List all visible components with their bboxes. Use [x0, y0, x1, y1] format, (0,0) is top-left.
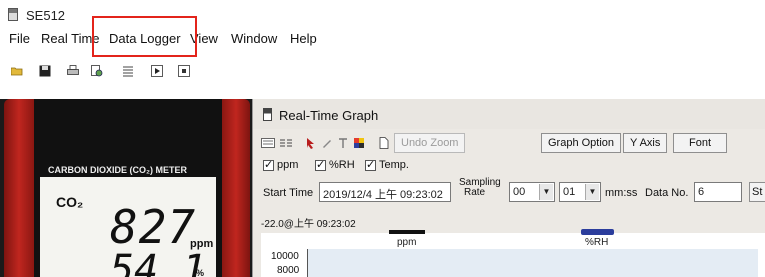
open-folder-icon[interactable]: [11, 65, 23, 77]
meter-measure-name: CO₂: [56, 194, 84, 210]
start-time-field[interactable]: 2019/12/4 上午 09:23:02: [319, 182, 451, 202]
list-icon[interactable]: [122, 65, 134, 77]
data-no-label: Data No.: [645, 187, 689, 199]
y-tick-8000: 8000: [277, 265, 300, 276]
meter-model-label: CARBON DIOXIDE (CO₂) METER: [48, 165, 187, 175]
checkbox-rh[interactable]: [315, 158, 326, 171]
data-no-field[interactable]: 6: [694, 182, 742, 202]
text-tool-icon[interactable]: [337, 137, 349, 149]
check-temp-label: Temp.: [379, 159, 409, 171]
chevron-down-icon[interactable]: ▼: [539, 184, 553, 200]
menu-window[interactable]: Window: [231, 31, 277, 46]
chevron-down-icon[interactable]: ▼: [585, 184, 599, 200]
graph-window-titlebar: Real-Time Graph: [253, 99, 765, 129]
sampling-minutes-select[interactable]: 00 ▼: [509, 182, 555, 202]
new-page-icon[interactable]: [378, 137, 390, 149]
stop-icon[interactable]: [178, 65, 190, 77]
start-button[interactable]: St: [749, 182, 765, 202]
sampling-label-line2: Rate: [464, 187, 486, 198]
meter-case-left: [4, 99, 34, 277]
meter-rh-unit: %: [196, 268, 205, 277]
sampling-unit-label: mm:ss: [605, 187, 638, 199]
grid-view-icon[interactable]: [261, 137, 275, 149]
font-button[interactable]: Font: [673, 133, 727, 153]
menu-real-time[interactable]: Real Time: [41, 31, 100, 46]
y-axis-button[interactable]: Y Axis: [623, 133, 668, 153]
color-palette-icon[interactable]: [353, 137, 365, 149]
menu-file[interactable]: File: [9, 31, 30, 46]
check-temp[interactable]: Temp.: [365, 158, 409, 171]
check-rh-label: %RH: [329, 159, 355, 171]
checkbox-ppm[interactable]: [263, 158, 274, 171]
meter-co2-reading: 827: [110, 200, 197, 254]
graph-window-title: Real-Time Graph: [279, 108, 379, 123]
graph-option-button[interactable]: Graph Option: [541, 133, 622, 153]
graph-window-icon: [263, 108, 272, 121]
legend-swatch-rh: [581, 229, 614, 235]
undo-zoom-button[interactable]: Undo Zoom: [394, 133, 466, 153]
annotation-highlight-box: [92, 16, 197, 57]
legend-label-rh: %RH: [585, 237, 609, 248]
sampling-seconds-value: 01: [563, 186, 576, 198]
app-title: SE512: [26, 8, 66, 23]
legend-swatch-ppm: [389, 230, 425, 234]
start-time-label: Start Time: [263, 187, 314, 199]
real-time-graph-window: Real-Time Graph Undo Zoom Graph Option Y…: [252, 99, 765, 277]
table-view-icon[interactable]: [279, 137, 293, 149]
cursor-readout: -22.0@上午 09:23:02: [261, 219, 356, 230]
check-rh[interactable]: %RH: [315, 158, 355, 171]
pen-icon[interactable]: [321, 137, 333, 149]
checkbox-temp[interactable]: [365, 158, 376, 171]
app-icon: [8, 8, 18, 21]
print-preview-icon[interactable]: [91, 65, 103, 77]
sampling-rate-label: Sampling Rate: [459, 178, 501, 198]
sampling-minutes-value: 00: [513, 186, 526, 198]
y-tick-10000: 10000: [271, 251, 299, 262]
meter-rh-reading: 54.1: [110, 247, 207, 277]
legend-label-ppm: ppm: [397, 237, 417, 248]
check-ppm[interactable]: ppm: [263, 158, 299, 171]
meter-case-right: [222, 99, 250, 277]
main-toolbar: [0, 56, 765, 84]
menu-help[interactable]: Help: [290, 31, 317, 46]
save-icon[interactable]: [39, 65, 51, 77]
play-icon[interactable]: [151, 65, 163, 77]
check-ppm-label: ppm: [277, 159, 299, 171]
print-icon[interactable]: [67, 65, 79, 77]
graph-grid: [307, 249, 758, 277]
cursor-icon[interactable]: [305, 137, 317, 149]
sampling-seconds-select[interactable]: 01 ▼: [559, 182, 601, 202]
